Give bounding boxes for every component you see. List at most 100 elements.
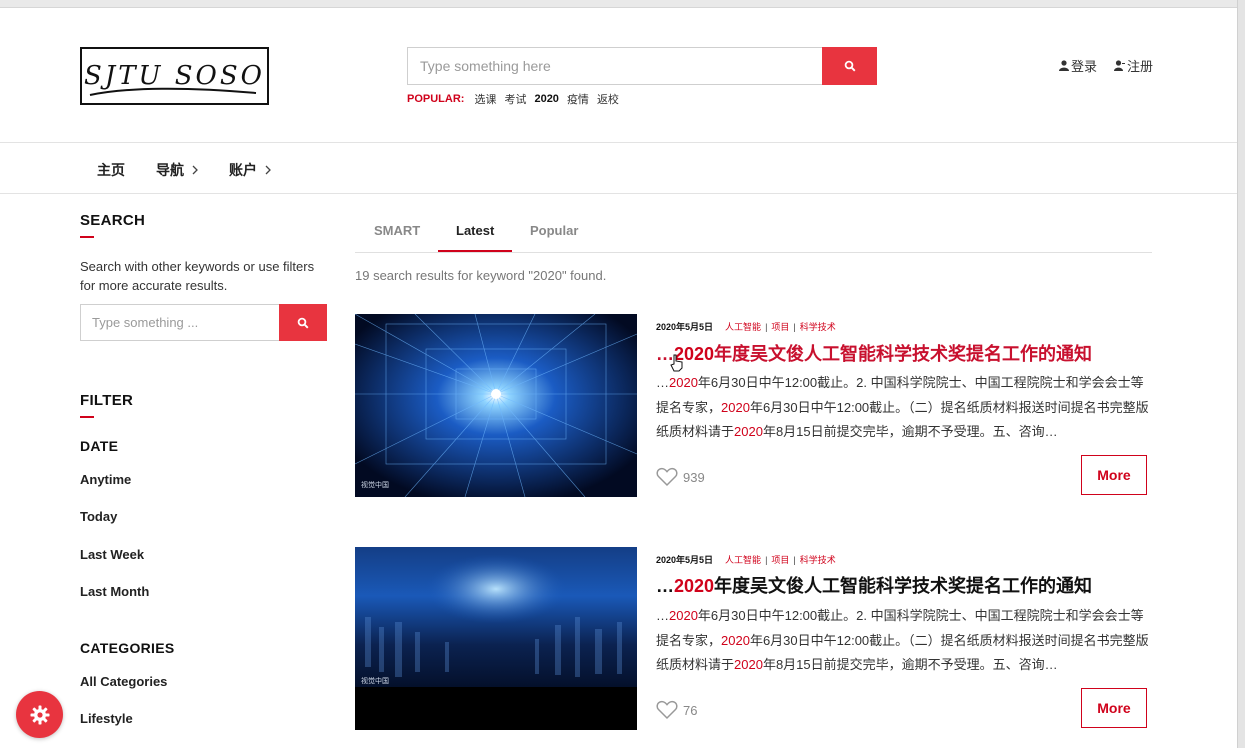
sidebar-search-button[interactable] bbox=[279, 304, 327, 341]
result-category[interactable]: 人工智能 bbox=[725, 320, 761, 333]
header-search-input[interactable] bbox=[407, 47, 822, 85]
gear-icon bbox=[30, 705, 49, 724]
nav-item-label: 导航 bbox=[156, 162, 184, 178]
chevron-right-icon bbox=[192, 165, 198, 175]
register-label: 注册 bbox=[1127, 59, 1154, 74]
result-category[interactable]: 项目 bbox=[771, 553, 789, 566]
result-date: 2020年5月5日 bbox=[656, 322, 714, 332]
sidebar-search-description: Search with other keywords or use filter… bbox=[80, 259, 315, 293]
like-count: 939 bbox=[683, 469, 705, 485]
date-option[interactable]: Today bbox=[80, 509, 117, 524]
result-thumbnail[interactable]: 视觉中国 bbox=[355, 547, 637, 730]
sidebar-search bbox=[80, 304, 327, 341]
result-category[interactable]: 科学技术 bbox=[800, 320, 836, 333]
excerpt-keyword: 2020 bbox=[721, 632, 750, 648]
nav-item-label: 主页 bbox=[97, 162, 125, 178]
more-button[interactable]: More bbox=[1081, 688, 1147, 728]
like-count: 76 bbox=[683, 702, 698, 718]
tab-latest[interactable]: Latest bbox=[456, 223, 494, 238]
result-meta: 2020年5月5日 人工智能 | 项目 | 科学技术 bbox=[656, 553, 836, 566]
settings-floating-button[interactable] bbox=[16, 691, 63, 738]
excerpt-text: 年8月15日前提交完毕，逾期不予受理。五、咨询… bbox=[762, 657, 1058, 672]
popular-label: POPULAR: bbox=[407, 93, 465, 105]
mouse-cursor-hand-icon bbox=[670, 354, 683, 372]
excerpt-keyword: 2020 bbox=[669, 375, 698, 390]
nav-item-account[interactable]: 账户 bbox=[229, 160, 271, 180]
excerpt-keyword: 2020 bbox=[721, 399, 750, 415]
popular-tag[interactable]: 2020 bbox=[534, 93, 558, 105]
excerpt-text: 年8月15日前提交完毕，逾期不予受理。五、咨询… bbox=[762, 424, 1058, 439]
tab-popular[interactable]: Popular bbox=[530, 223, 578, 238]
user-add-icon bbox=[1114, 60, 1125, 71]
category-option[interactable]: Lifestyle bbox=[80, 711, 133, 726]
result-excerpt: …2020年6月30日中午12:00截止。2. 中国科学院院士、中国工程院院士和… bbox=[656, 604, 1150, 678]
category-separator: | bbox=[793, 554, 796, 565]
like-button[interactable]: 939 bbox=[656, 467, 705, 487]
popular-tags: POPULAR: 选课 考试 2020 疫情 返校 bbox=[407, 91, 619, 107]
title-text: 年度吴文俊人工智能科学技术奖提名工作的通知 bbox=[714, 576, 1093, 596]
active-tab-indicator bbox=[438, 250, 512, 252]
window-scrollbar[interactable] bbox=[1237, 0, 1245, 748]
sidebar-search-title: SEARCH bbox=[80, 212, 146, 238]
user-icon bbox=[1059, 60, 1069, 71]
filter-categories-title: CATEGORIES bbox=[80, 640, 175, 656]
image-watermark: 视觉中国 bbox=[361, 678, 389, 685]
results-count: 19 search results for keyword "2020" fou… bbox=[355, 268, 607, 283]
like-button[interactable]: 76 bbox=[656, 700, 697, 720]
result-title[interactable]: …2020年度吴文俊人工智能科学技术奖提名工作的通知 bbox=[656, 572, 1092, 598]
sidebar-filter-title: FILTER bbox=[80, 392, 134, 418]
chevron-right-icon bbox=[265, 165, 271, 175]
nav-item-home[interactable]: 主页 bbox=[97, 160, 125, 180]
login-link[interactable]: 登录 bbox=[1059, 56, 1097, 75]
main-nav: 主页 导航 账户 bbox=[0, 142, 1237, 194]
header-search-button[interactable] bbox=[822, 47, 877, 85]
search-icon bbox=[297, 317, 309, 328]
excerpt-keyword: 2020 bbox=[669, 608, 698, 623]
result-date: 2020年5月5日 bbox=[656, 555, 714, 565]
date-option[interactable]: Last Week bbox=[80, 547, 144, 562]
excerpt-text: … bbox=[656, 375, 669, 390]
tab-smart[interactable]: SMART bbox=[374, 223, 420, 238]
image-watermark: 视觉中国 bbox=[361, 482, 389, 489]
header-search bbox=[407, 47, 877, 85]
result-tabs: SMART Latest Popular bbox=[355, 212, 1152, 253]
date-option[interactable]: Anytime bbox=[80, 472, 131, 487]
login-label: 登录 bbox=[1071, 59, 1098, 74]
popular-tag[interactable]: 选课 bbox=[474, 91, 496, 107]
excerpt-keyword: 2020 bbox=[734, 657, 763, 672]
result-category[interactable]: 项目 bbox=[771, 320, 789, 333]
result-image bbox=[355, 314, 637, 497]
title-text: 年度吴文俊人工智能科学技术奖提名工作的通知 bbox=[714, 344, 1093, 364]
category-separator: | bbox=[765, 554, 768, 565]
result-meta: 2020年5月5日 人工智能 | 项目 | 科学技术 bbox=[656, 320, 836, 333]
nav-item-navigation[interactable]: 导航 bbox=[156, 160, 198, 180]
heart-icon bbox=[656, 700, 678, 720]
result-image bbox=[355, 547, 637, 730]
sidebar-search-input[interactable] bbox=[80, 304, 279, 341]
popular-tag[interactable]: 考试 bbox=[504, 91, 526, 107]
result-thumbnail[interactable]: 视觉中国 bbox=[355, 314, 637, 497]
heart-icon bbox=[656, 467, 678, 487]
excerpt-text: … bbox=[656, 608, 669, 623]
popular-tag[interactable]: 返校 bbox=[597, 91, 619, 107]
logo-underline-swoosh bbox=[89, 87, 257, 96]
result-category[interactable]: 科学技术 bbox=[800, 553, 836, 566]
category-option[interactable]: All Categories bbox=[80, 674, 167, 689]
category-separator: | bbox=[765, 321, 768, 332]
result-category[interactable]: 人工智能 bbox=[725, 553, 761, 566]
title-keyword: 2020 bbox=[674, 576, 715, 596]
category-separator: | bbox=[793, 321, 796, 332]
search-icon bbox=[844, 60, 855, 72]
result-title[interactable]: …2020年度吴文俊人工智能科学技术奖提名工作的通知 bbox=[656, 340, 1092, 366]
more-button[interactable]: More bbox=[1081, 455, 1147, 495]
excerpt-keyword: 2020 bbox=[734, 424, 763, 439]
register-link[interactable]: 注册 bbox=[1114, 56, 1153, 75]
popular-tag[interactable]: 疫情 bbox=[567, 91, 589, 107]
nav-item-label: 账户 bbox=[229, 162, 257, 178]
result-excerpt: …2020年6月30日中午12:00截止。2. 中国科学院院士、中国工程院院士和… bbox=[656, 371, 1150, 445]
site-logo[interactable]: SJTU SOSO bbox=[80, 47, 269, 105]
browser-top-strip bbox=[0, 0, 1245, 8]
date-option[interactable]: Last Month bbox=[80, 584, 149, 599]
filter-date-title: DATE bbox=[80, 438, 119, 454]
title-prefix: … bbox=[656, 576, 674, 596]
